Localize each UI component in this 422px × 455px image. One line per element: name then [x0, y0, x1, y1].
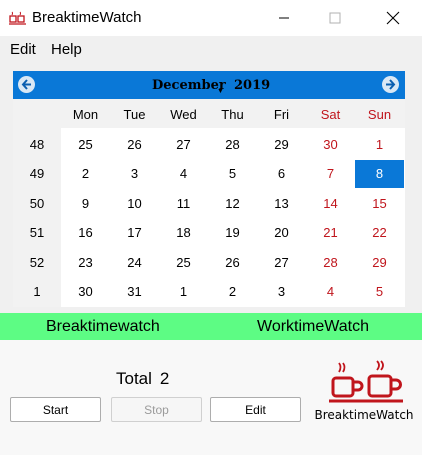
calendar-day[interactable]: 25: [159, 248, 208, 276]
calendar-day[interactable]: 27: [257, 248, 306, 276]
weekday-sun: Sun: [367, 106, 392, 122]
edit-button[interactable]: Edit: [210, 397, 301, 422]
stop-button[interactable]: Stop: [111, 397, 202, 422]
calendar-day[interactable]: 30: [306, 130, 355, 158]
calendar-day[interactable]: 23: [61, 248, 110, 276]
total-value: 2: [159, 369, 170, 388]
weekday-fri: Fri: [273, 106, 290, 122]
window-title: BreaktimeWatch: [32, 9, 142, 26]
tab-breaktimewatch[interactable]: Breaktimewatch: [46, 318, 160, 336]
previous-month-button[interactable]: [18, 76, 35, 93]
minimize-button[interactable]: [261, 0, 307, 36]
total-display: Total 2: [116, 369, 169, 389]
cups-icon: [9, 11, 26, 25]
calendar-day[interactable]: 9: [61, 189, 110, 217]
calendar-day[interactable]: 13: [257, 189, 306, 217]
tab-worktimewatch[interactable]: WorktimeWatch: [257, 318, 369, 336]
weekday-mon: Mon: [72, 106, 99, 122]
menu-bar: Edit Help: [0, 36, 422, 60]
calendar-day[interactable]: 4: [159, 160, 208, 188]
calendar-day[interactable]: 31: [110, 278, 159, 306]
coffee-cups-icon: [329, 360, 403, 403]
total-label: Total: [116, 369, 152, 388]
week-number: 50: [29, 195, 45, 211]
next-month-button[interactable]: [382, 76, 399, 93]
calendar-day[interactable]: 2: [61, 160, 110, 188]
month-dropdown-icon[interactable]: ▼: [217, 88, 224, 95]
calendar-day[interactable]: 2: [208, 278, 257, 306]
calendar: December ▼ 2019 Mon Tue Wed Thu Fri Sat Sun 48…: [13, 71, 405, 307]
close-button[interactable]: [370, 0, 416, 36]
calendar-day[interactable]: 3: [257, 278, 306, 306]
calendar-day[interactable]: 3: [110, 160, 159, 188]
calendar-day[interactable]: 11: [159, 189, 208, 217]
week-number: 49: [29, 166, 45, 181]
title-bar: BreaktimeWatch: [0, 0, 422, 36]
calendar-day[interactable]: 27: [159, 130, 208, 158]
calendar-day[interactable]: 15: [355, 189, 404, 217]
close-icon: [386, 11, 400, 25]
breaktimewatch-logo: BreaktimeWatch: [313, 360, 415, 428]
calendar-day[interactable]: 17: [110, 219, 159, 247]
maximize-icon: [329, 12, 341, 24]
year-label[interactable]: 2019: [234, 78, 270, 93]
calendar-day[interactable]: 14: [306, 189, 355, 217]
calendar-day[interactable]: 26: [110, 130, 159, 158]
weekday-sat: Sat: [320, 106, 341, 122]
calendar-day[interactable]: 29: [257, 130, 306, 158]
calendar-day[interactable]: 1: [159, 278, 208, 306]
calendar-day[interactable]: 18: [159, 219, 208, 247]
calendar-day[interactable]: 4: [306, 278, 355, 306]
calendar-day[interactable]: 8: [355, 159, 404, 188]
menu-help[interactable]: Help: [51, 41, 82, 58]
calendar-day[interactable]: 22: [355, 219, 404, 247]
minimize-icon: [279, 17, 289, 19]
calendar-header: December ▼ 2019: [13, 71, 405, 99]
calendar-day[interactable]: 6: [257, 160, 306, 188]
calendar-day[interactable]: 5: [355, 278, 404, 306]
start-button[interactable]: Start: [10, 397, 101, 422]
calendar-day[interactable]: 20: [257, 219, 306, 247]
calendar-day[interactable]: 7: [306, 160, 355, 188]
logo-text: BreaktimeWatch: [314, 408, 414, 422]
calendar-day[interactable]: 1: [355, 130, 404, 158]
week-number: 51: [29, 225, 45, 240]
week-number: 1: [33, 284, 41, 299]
calendar-day[interactable]: 10: [110, 189, 159, 217]
calendar-day[interactable]: 5: [208, 160, 257, 188]
calendar-day[interactable]: 16: [61, 219, 110, 247]
week-number: 48: [29, 136, 45, 152]
menu-edit[interactable]: Edit: [10, 41, 36, 58]
month-label[interactable]: December: [152, 78, 226, 93]
calendar-day[interactable]: 30: [61, 278, 110, 306]
calendar-day[interactable]: 12: [208, 189, 257, 217]
maximize-button[interactable]: [312, 0, 358, 36]
calendar-day[interactable]: 25: [61, 130, 110, 158]
weekday-wed: Wed: [170, 106, 197, 122]
arrow-left-icon: [21, 79, 31, 90]
calendar-day[interactable]: 28: [208, 130, 257, 158]
calendar-day[interactable]: 28: [306, 248, 355, 276]
weekday-thu: Thu: [221, 106, 244, 122]
calendar-day[interactable]: 26: [208, 248, 257, 276]
arrow-right-icon: [386, 79, 396, 90]
calendar-day[interactable]: 29: [355, 248, 404, 276]
weekday-tue: Tue: [123, 106, 146, 122]
calendar-day[interactable]: 19: [208, 219, 257, 247]
watch-tabs: Breaktimewatch WorktimeWatch: [0, 313, 422, 340]
week-number: 52: [29, 254, 45, 270]
calendar-day[interactable]: 24: [110, 248, 159, 276]
calendar-day[interactable]: 21: [306, 219, 355, 247]
